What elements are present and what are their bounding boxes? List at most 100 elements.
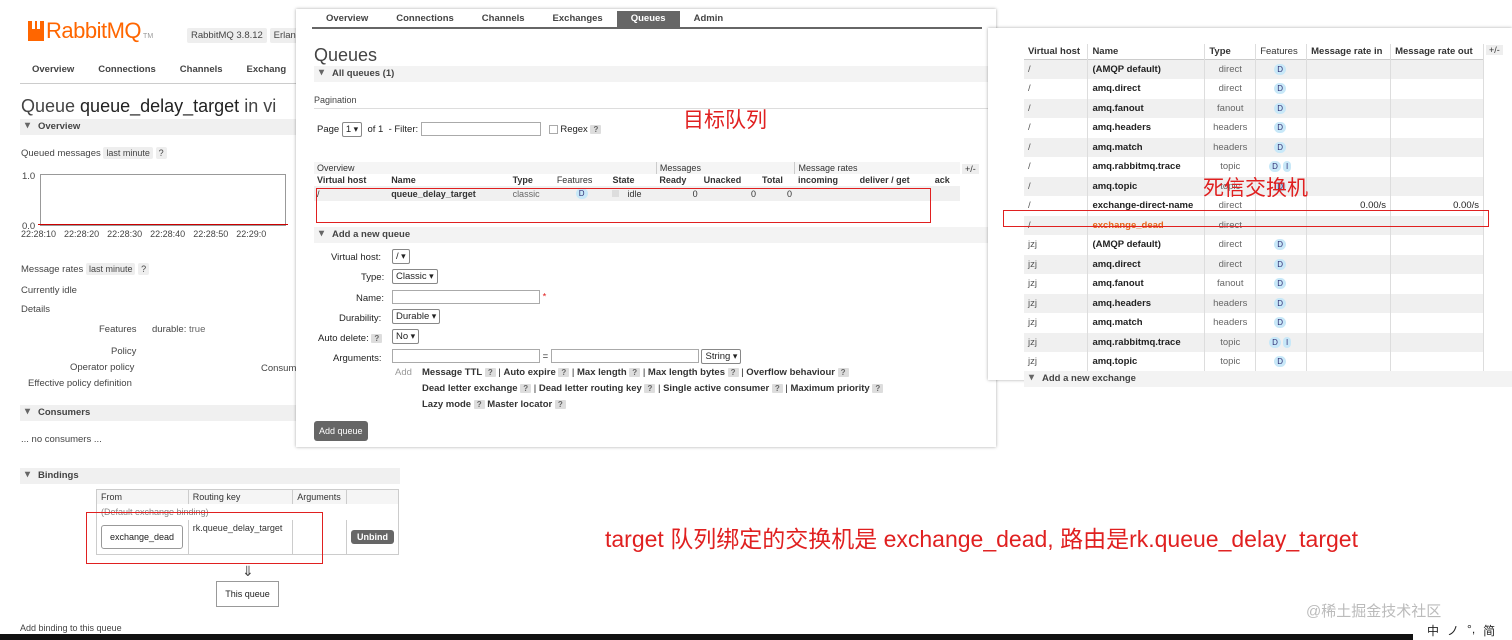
- tab-connections[interactable]: Connections: [382, 11, 468, 27]
- row-name[interactable]: amq.rabbitmq.trace: [1087, 332, 1206, 352]
- arg-maximum-priority[interactable]: Maximum priority: [791, 383, 870, 394]
- col-virtual-host[interactable]: Virtual host: [1024, 44, 1089, 60]
- unbind-button[interactable]: Unbind: [351, 529, 394, 544]
- table-row[interactable]: jzj amq.fanout fanout D: [1024, 274, 1484, 294]
- help-icon[interactable]: ?: [473, 400, 485, 409]
- vhost-select[interactable]: /: [392, 249, 410, 264]
- arg-overflow-behaviour[interactable]: Overflow behaviour: [746, 367, 835, 378]
- help-icon[interactable]: ?: [520, 384, 532, 393]
- argument-key-input[interactable]: [392, 349, 540, 364]
- help-icon[interactable]: ?: [138, 263, 150, 275]
- col-name[interactable]: Name: [388, 174, 509, 186]
- tab-exchanges[interactable]: Exchanges: [539, 11, 617, 27]
- add-exchange-header[interactable]: Add a new exchange: [1024, 371, 1512, 387]
- help-icon[interactable]: ?: [629, 368, 641, 377]
- arg-max-length-bytes[interactable]: Max length bytes: [648, 367, 725, 378]
- col-rate-in[interactable]: Message rate in: [1306, 44, 1392, 60]
- tab-queues[interactable]: Queues: [616, 11, 680, 27]
- arg-single-active-consumer[interactable]: Single active consumer: [663, 383, 769, 394]
- help-icon[interactable]: ?: [644, 384, 656, 393]
- row-name[interactable]: amq.fanout: [1087, 98, 1206, 118]
- row-name[interactable]: (AMQP default): [1087, 235, 1206, 255]
- row-name[interactable]: amq.direct: [1087, 79, 1206, 99]
- ime-simplified[interactable]: 简: [1483, 622, 1495, 640]
- argument-value-input[interactable]: [550, 349, 699, 364]
- col-incoming[interactable]: incoming: [795, 174, 857, 186]
- col-unacked[interactable]: Unacked: [701, 174, 759, 186]
- ime-chinese-mode[interactable]: 中: [1427, 622, 1439, 640]
- table-row[interactable]: / (AMQP default) direct D: [1024, 59, 1484, 79]
- arg-dead-letter-exchange[interactable]: Dead letter exchange: [422, 383, 518, 394]
- arg-message-ttl[interactable]: Message TTL: [422, 367, 482, 378]
- row-name[interactable]: amq.match: [1087, 313, 1206, 333]
- table-row[interactable]: jzj amq.rabbitmq.trace topic D I: [1024, 332, 1484, 352]
- type-select[interactable]: Classic: [392, 269, 438, 284]
- col-ready[interactable]: Ready: [656, 174, 700, 186]
- nav-exchanges[interactable]: Exchang: [235, 62, 299, 83]
- help-icon[interactable]: ?: [872, 384, 884, 393]
- row-name[interactable]: amq.match: [1087, 137, 1206, 157]
- add-queue-header[interactable]: Add a new queue: [314, 227, 994, 243]
- help-icon[interactable]: ?: [727, 368, 739, 377]
- help-icon[interactable]: ?: [558, 368, 570, 377]
- table-row[interactable]: jzj (AMQP default) direct D: [1024, 235, 1484, 255]
- ime-moon-icon[interactable]: ノ: [1447, 622, 1459, 640]
- nav-connections[interactable]: Connections: [86, 62, 168, 83]
- col-total[interactable]: Total: [759, 174, 795, 186]
- col-type[interactable]: Type: [510, 174, 554, 186]
- table-row[interactable]: / amq.match headers D: [1024, 137, 1484, 157]
- row-name[interactable]: amq.topic: [1087, 176, 1206, 196]
- table-row[interactable]: jzj amq.match headers D: [1024, 313, 1484, 333]
- add-queue-button[interactable]: Add queue: [314, 421, 368, 441]
- help-icon[interactable]: ?: [837, 368, 849, 377]
- argument-type-select[interactable]: String: [701, 349, 742, 364]
- help-icon[interactable]: ?: [484, 368, 496, 377]
- arg-dead-letter-routing-key[interactable]: Dead letter routing key: [539, 383, 642, 394]
- row-name[interactable]: amq.headers: [1087, 293, 1206, 313]
- arg-master-locator[interactable]: Master locator: [487, 399, 552, 410]
- col-state[interactable]: State: [609, 174, 656, 186]
- table-row[interactable]: jzj amq.headers headers D: [1024, 293, 1484, 313]
- col-deliver-get[interactable]: deliver / get: [857, 174, 932, 186]
- auto-delete-select[interactable]: No: [392, 329, 420, 344]
- ime-punctuation[interactable]: °,: [1467, 622, 1475, 640]
- columns-toggle[interactable]: +/-: [1486, 45, 1503, 55]
- row-name[interactable]: (AMQP default): [1087, 59, 1206, 79]
- last-minute-select[interactable]: last minute: [85, 263, 136, 275]
- help-icon[interactable]: ?: [155, 147, 167, 159]
- arg-auto-expire[interactable]: Auto expire: [503, 367, 555, 378]
- table-row[interactable]: / amq.direct direct D: [1024, 79, 1484, 99]
- table-row[interactable]: / amq.headers headers D: [1024, 118, 1484, 138]
- overview-section-header[interactable]: Overview: [20, 119, 300, 135]
- col-type[interactable]: Type: [1204, 44, 1257, 60]
- row-name[interactable]: amq.headers: [1087, 118, 1206, 138]
- table-row[interactable]: / amq.fanout fanout D: [1024, 98, 1484, 118]
- row-name[interactable]: amq.topic: [1087, 352, 1206, 372]
- rabbitmq-logo[interactable]: RabbitMQ TM: [28, 18, 153, 44]
- regex-checkbox[interactable]: [548, 124, 558, 134]
- nav-channels[interactable]: Channels: [168, 62, 235, 83]
- row-name[interactable]: amq.direct: [1087, 254, 1206, 274]
- filter-input[interactable]: [420, 122, 541, 137]
- bindings-section-header[interactable]: Bindings: [20, 468, 400, 484]
- col-rate-out[interactable]: Message rate out: [1390, 44, 1484, 60]
- consumers-section-header[interactable]: Consumers: [20, 405, 300, 421]
- col-name[interactable]: Name: [1087, 44, 1206, 60]
- row-name[interactable]: amq.fanout: [1087, 274, 1206, 294]
- row-name[interactable]: amq.rabbitmq.trace: [1087, 157, 1206, 177]
- help-icon[interactable]: ?: [554, 400, 566, 409]
- tab-channels[interactable]: Channels: [468, 11, 539, 27]
- tab-admin[interactable]: Admin: [680, 11, 738, 27]
- help-icon[interactable]: ?: [371, 334, 383, 343]
- page-select[interactable]: 1: [341, 122, 363, 137]
- all-queues-header[interactable]: All queues (1): [314, 66, 994, 82]
- col-ack[interactable]: ack: [932, 174, 960, 186]
- table-row[interactable]: jzj amq.direct direct D: [1024, 254, 1484, 274]
- tab-overview[interactable]: Overview: [312, 11, 382, 27]
- arg-lazy-mode[interactable]: Lazy mode: [422, 399, 471, 410]
- nav-overview[interactable]: Overview: [20, 62, 86, 83]
- durability-select[interactable]: Durable: [392, 309, 441, 324]
- columns-toggle[interactable]: +/-: [962, 164, 979, 174]
- arg-max-length[interactable]: Max length: [577, 367, 627, 378]
- last-minute-select[interactable]: last minute: [103, 147, 153, 159]
